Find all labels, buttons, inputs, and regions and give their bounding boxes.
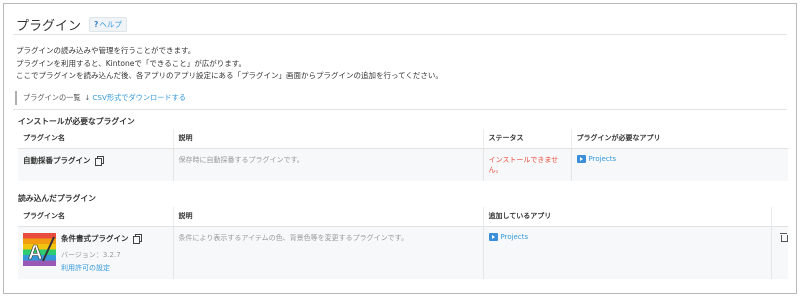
column-header: 追加しているアプリ — [483, 207, 772, 227]
help-label: ヘルプ — [99, 20, 122, 29]
app-name: Projects — [588, 154, 617, 163]
plugin-name-cell: A 条件書式プラグイン バージョン：3.2.7 利用許可の設定 — [18, 226, 174, 279]
column-header: プラグインが必要なアプリ — [571, 129, 788, 149]
plugin-description: 条件により表示するアイテムの色、背景色等を変更するプラグインです。 — [173, 226, 484, 279]
loaded-section-title: 読み込んだプラグイン — [18, 194, 96, 203]
description-line: ここでプラグインを読み込んだ後、各アプリのアプリ設定にある「プラグイン」画面から… — [16, 71, 443, 80]
question-icon: ? — [94, 20, 99, 29]
plugin-name: 条件書式プラグイン — [61, 233, 129, 243]
description-line: プラグインの読み込みや管理を行うことができます。 — [16, 46, 196, 55]
plugin-list-toolbar: プラグインの一覧 ↓ CSV形式でダウンロードする — [15, 91, 186, 105]
page-title: プラグイン — [16, 19, 82, 34]
app-icon — [576, 154, 586, 163]
app-icon — [488, 232, 498, 241]
help-button[interactable]: ? ヘルプ — [89, 17, 127, 32]
copy-icon[interactable] — [94, 156, 104, 166]
page-header: プラグイン ? ヘルプ — [16, 15, 127, 34]
app-link-projects[interactable]: Projects — [576, 154, 784, 163]
added-app-cell: Projects — [483, 226, 772, 279]
svg-text:A: A — [28, 242, 42, 264]
description-line: プラグインを利用すると、Kintoneで「できること」が広がります。 — [16, 58, 246, 68]
table-header-row: プラグイン名 説明 ステータス プラグインが必要なアプリ — [18, 129, 788, 149]
install-section-title: インストールが必要なプラグイン — [18, 117, 135, 126]
plugin-name-cell: 自動採番プラグイン — [18, 148, 174, 181]
license-settings-link[interactable]: 利用許可の設定 — [61, 263, 141, 273]
app-name: Projects — [500, 232, 529, 241]
column-header: プラグイン名 — [18, 129, 174, 149]
install-status: インストールできません。 — [483, 148, 572, 181]
column-header: 説明 — [173, 207, 484, 227]
plugin-version: バージョン：3.2.7 — [61, 250, 121, 259]
table-header-row: プラグイン名 説明 追加しているアプリ — [18, 207, 788, 227]
download-icon[interactable]: ↓ — [85, 94, 91, 102]
csv-download-link[interactable]: CSV形式でダウンロードする — [92, 93, 186, 103]
required-app-cell: Projects — [571, 148, 788, 181]
copy-icon[interactable] — [132, 234, 142, 244]
plugin-logo: A — [23, 232, 56, 266]
plugin-description: 保存時に自動採番するプラグインです。 — [173, 148, 484, 181]
trash-icon[interactable] — [779, 232, 788, 242]
plugin-settings-panel: プラグイン ? ヘルプ プラグインの読み込みや管理を行うことができます。 プラグ… — [3, 3, 797, 294]
plugin-name: 自動採番プラグイン — [23, 155, 91, 165]
column-header: 説明 — [173, 129, 484, 149]
table-row: 自動採番プラグイン 保存時に自動採番するプラグインです。 インストールできません… — [18, 148, 788, 181]
header-divider — [13, 34, 787, 35]
column-header: ステータス — [483, 129, 572, 149]
page-description: プラグインの読み込みや管理を行うことができます。 プラグインを利用すると、Kin… — [16, 45, 443, 83]
app-link-projects[interactable]: Projects — [488, 232, 766, 241]
install-required-table: プラグイン名 説明 ステータス プラグインが必要なアプリ 自動採番プラグイン 保… — [18, 129, 788, 181]
plugin-list-label: プラグインの一覧 — [23, 93, 81, 102]
delete-cell — [771, 226, 788, 279]
column-header — [771, 207, 788, 227]
loaded-plugins-table: プラグイン名 説明 追加しているアプリ A 条件書式プラグイン バージョン：3.… — [18, 207, 788, 279]
table-row: A 条件書式プラグイン バージョン：3.2.7 利用許可の設定 条件により表示す… — [18, 226, 788, 279]
toolbar-divider — [13, 109, 787, 110]
column-header: プラグイン名 — [18, 207, 174, 227]
